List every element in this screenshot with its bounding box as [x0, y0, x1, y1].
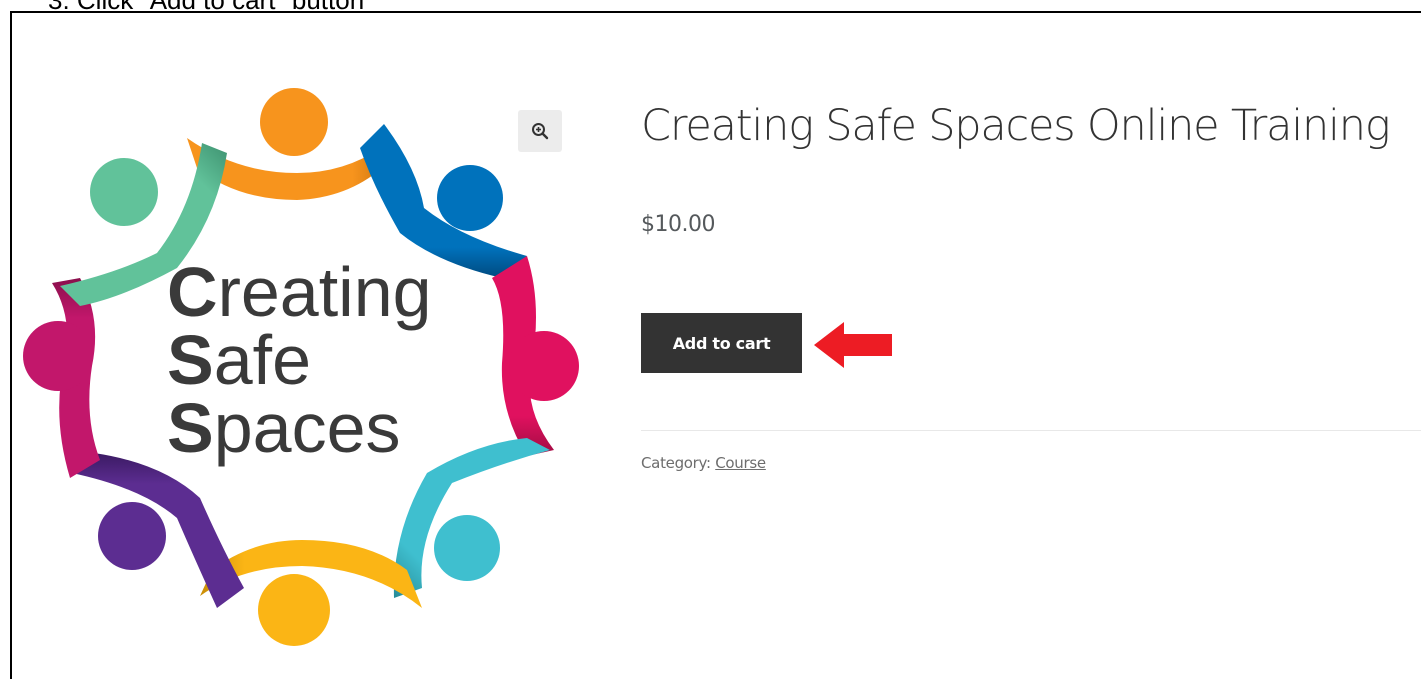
- category-label: Category:: [641, 454, 711, 472]
- logo-figure-purple: [72, 453, 244, 608]
- logo-figure-pink: [23, 278, 100, 478]
- logo-figure-magenta: [492, 256, 579, 456]
- product-price: $10.00: [641, 212, 715, 237]
- add-to-cart-button[interactable]: Add to cart: [641, 313, 802, 373]
- creating-safe-spaces-logo: Creating Safe Spaces: [23, 88, 579, 646]
- logo-text-spaces: Spaces: [167, 389, 401, 467]
- product-title: Creating Safe Spaces Online Training: [641, 101, 1391, 151]
- logo-text-creating: Creating: [167, 253, 432, 331]
- category-link-course[interactable]: Course: [715, 454, 766, 472]
- red-arrow-left-icon: [814, 322, 892, 368]
- zoom-button[interactable]: [518, 110, 562, 152]
- zoom-in-icon: [532, 123, 549, 140]
- product-meta: Category: Course: [641, 454, 766, 472]
- logo-figure-teal: [393, 438, 550, 598]
- divider: [641, 430, 1421, 431]
- logo-text-safe: Safe: [167, 321, 311, 399]
